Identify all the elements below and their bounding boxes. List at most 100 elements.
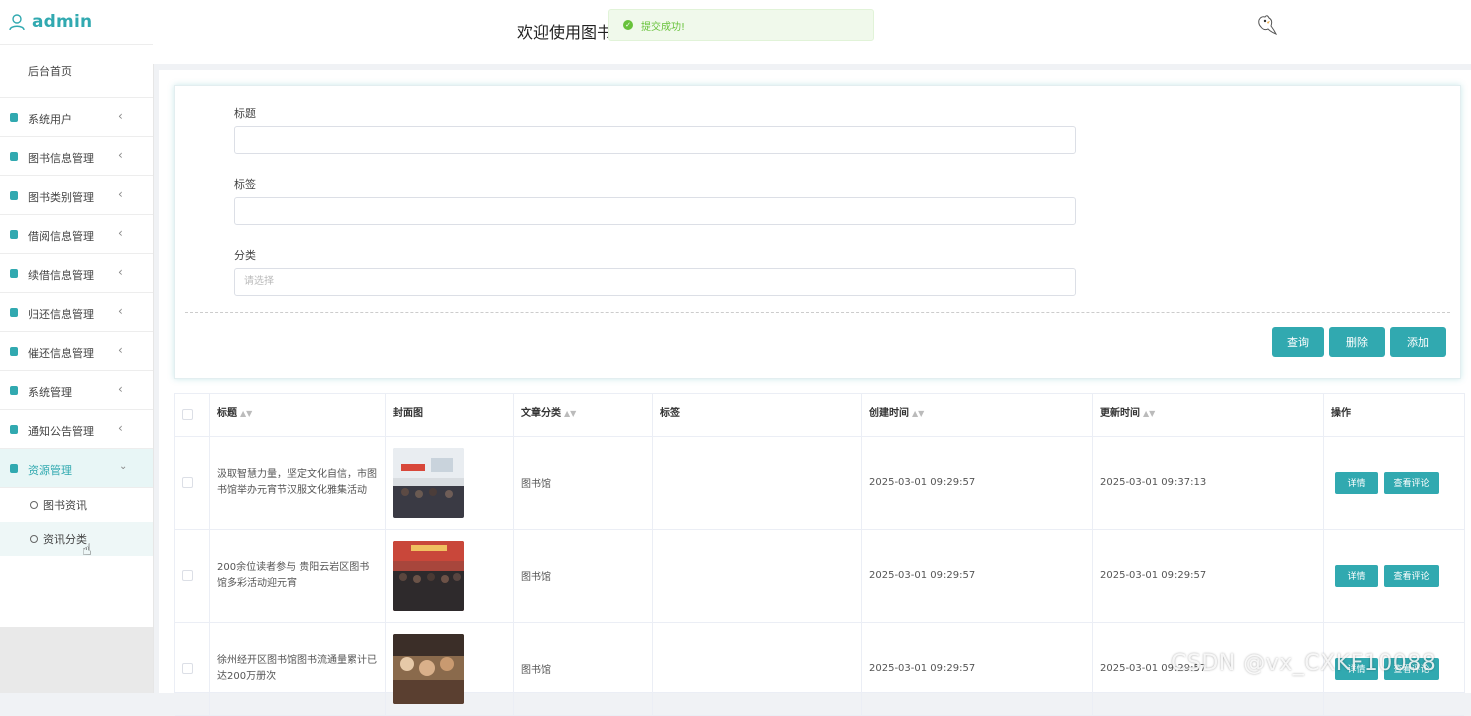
chevron-left-icon: ‹ [118,109,123,123]
add-button[interactable]: 添加 [1390,327,1446,357]
sidebar-subitem-news-category[interactable]: 资讯分类 [0,522,153,556]
sidebar-item-home[interactable]: 后台首页 [0,45,153,98]
doc-icon [10,347,18,356]
circle-check-icon [30,501,38,509]
sidebar: admin 后台首页 系统用户 ‹ 图书信息管理 ‹ 图书类别管理 ‹ 借阅信息… [0,0,154,693]
column-title-label: 标题 [217,408,237,419]
chevron-left-icon: ‹ [118,421,123,435]
doc-icon [10,113,18,122]
cover-image[interactable] [393,540,464,611]
row-category: 图书馆 [514,622,653,715]
sort-icon: ▲▼ [1143,409,1156,418]
doc-icon [10,230,18,239]
sidebar-item-renew-info[interactable]: 续借信息管理 ‹ [0,254,153,293]
toast-message: 提交成功! [641,21,686,33]
table-row: 汲取智慧力量，坚定文化自信，市图书馆举办元宵节汉服文化雅集活动 图书馆 2025… [175,436,1464,530]
divider [185,312,1450,313]
sidebar-item-borrow-info[interactable]: 借阅信息管理 ‹ [0,215,153,254]
sidebar-item-reminder-info[interactable]: 催还信息管理 ‹ [0,332,153,371]
doc-icon [10,386,18,395]
detail-button[interactable]: 详情 [1335,471,1378,494]
row-title: 徐州经开区图书馆图书流通量累计已达200万册次 [210,622,386,715]
column-cover: 封面图 [386,394,514,436]
doc-icon [10,269,18,278]
row-title: 汲取智慧力量，坚定文化自信，市图书馆举办元宵节汉服文化雅集活动 [210,436,386,529]
view-comments-button[interactable]: 查看评论 [1384,471,1439,494]
column-cover-label: 封面图 [393,408,423,419]
sidebar-item-resource-manage[interactable]: 资源管理 ⌄ [0,449,153,488]
success-toast: ✓ 提交成功! [608,9,874,41]
row-select-cell [175,622,210,715]
sidebar-subitem-book-news[interactable]: 图书资讯 [0,488,153,522]
sidebar-item-book-info[interactable]: 图书信息管理 ‹ [0,137,153,176]
brand: admin [0,0,153,45]
column-created-label: 创建时间 [869,408,909,419]
table-header: 标题 ▲▼ 封面图 文章分类 ▲▼ 标签 创建时间 ▲▼ 更新时间 ▲▼ 操作 [175,394,1464,437]
row-created: 2025-03-01 09:29:57 [862,436,1093,529]
sidebar-item-label: 催还信息管理 [28,347,94,360]
row-cover-cell [386,436,514,529]
row-checkbox[interactable] [182,477,193,488]
sidebar-item-notice-manage[interactable]: 通知公告管理 ‹ [0,410,153,449]
row-created: 2025-03-01 09:29:57 [862,529,1093,622]
column-created[interactable]: 创建时间 ▲▼ [862,394,1093,436]
sort-icon: ▲▼ [240,409,253,418]
column-tag: 标签 [653,394,862,436]
doc-icon [10,308,18,317]
row-checkbox[interactable] [182,663,193,674]
cover-image[interactable] [393,447,464,518]
sidebar-item-system-manage[interactable]: 系统管理 ‹ [0,371,153,410]
sidebar-item-label: 借阅信息管理 [28,230,94,243]
view-comments-button[interactable]: 查看评论 [1384,564,1439,587]
sidebar-item-label: 资源管理 [28,464,72,477]
sidebar-item-book-category[interactable]: 图书类别管理 ‹ [0,176,153,215]
title-input[interactable] [234,126,1076,154]
column-category-label: 文章分类 [521,408,561,419]
cover-image[interactable] [393,633,464,704]
tag-input[interactable] [234,197,1076,225]
sidebar-item-return-info[interactable]: 归还信息管理 ‹ [0,293,153,332]
sidebar-item-label: 续借信息管理 [28,269,94,282]
row-updated: 2025-03-01 09:37:13 [1093,436,1324,529]
avatar[interactable] [1254,12,1280,38]
sidebar-subitem-label: 图书资讯 [43,499,87,512]
chevron-left-icon: ‹ [118,187,123,201]
column-updated-label: 更新时间 [1100,408,1140,419]
row-select-cell [175,529,210,622]
detail-button[interactable]: 详情 [1335,564,1378,587]
row-category: 图书馆 [514,529,653,622]
sidebar-item-label: 归还信息管理 [28,308,94,321]
row-select-cell [175,436,210,529]
column-updated[interactable]: 更新时间 ▲▼ [1093,394,1324,436]
sidebar-item-system-users[interactable]: 系统用户 ‹ [0,98,153,137]
table-row: 200余位读者参与 贵阳云岩区图书馆多彩活动迎元宵 图书馆 2025-03-01… [175,529,1464,623]
welcome-text: 欢迎使用图书 [517,23,614,42]
tag-label: 标签 [234,178,256,191]
watermark: CSDN @vx_CXKF10088 [1171,651,1437,676]
search-form: 标题 标签 分类 请选择 查询 删除 添加 [174,85,1461,379]
chevron-left-icon: ‹ [118,148,123,162]
chevron-left-icon: ‹ [118,265,123,279]
query-button[interactable]: 查询 [1272,327,1324,357]
delete-button[interactable]: 删除 [1329,327,1385,357]
select-all-checkbox[interactable] [182,409,193,420]
row-actions: 详情 查看评论 [1324,436,1464,529]
sidebar-subitem-label: 资讯分类 [43,533,87,546]
sort-icon: ▲▼ [912,409,925,418]
row-checkbox[interactable] [182,570,193,581]
sidebar-footer-fill [0,627,153,693]
row-cover-cell [386,622,514,715]
sidebar-item-label: 通知公告管理 [28,425,94,438]
success-check-icon: ✓ [623,20,633,30]
category-select[interactable]: 请选择 [234,268,1076,296]
column-category[interactable]: 文章分类 ▲▼ [514,394,653,436]
chevron-left-icon: ‹ [118,343,123,357]
hand-cursor-icon: ☝ [82,540,92,559]
row-title: 200余位读者参与 贵阳云岩区图书馆多彩活动迎元宵 [210,529,386,622]
row-actions: 详情 查看评论 [1324,529,1464,622]
doc-icon [10,191,18,200]
sidebar-item-label: 图书信息管理 [28,152,94,165]
circle-check-icon [30,535,38,543]
column-title[interactable]: 标题 ▲▼ [210,394,386,436]
row-cover-cell [386,529,514,622]
